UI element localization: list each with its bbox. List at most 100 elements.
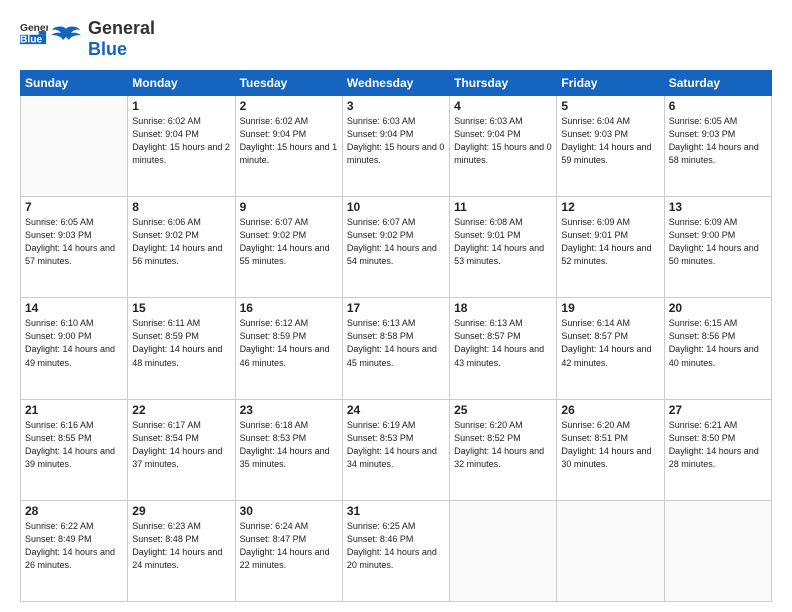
calendar-cell: 20 Sunrise: 6:15 AMSunset: 8:56 PMDayligh… [664,298,771,399]
calendar-cell: 21Sunrise: 6:16 AMSunset: 8:55 PMDayligh… [21,399,128,500]
logo-bird-icon [48,23,84,55]
day-info: Sunrise: 6:14 AMSunset: 8:57 PMDaylight:… [561,317,659,369]
day-header-thursday: Thursday [450,71,557,96]
calendar-cell: 18 Sunrise: 6:13 AMSunset: 8:57 PMDayligh… [450,298,557,399]
day-info: Sunrise: 6:04 AMSunset: 9:03 PMDaylight:… [561,115,659,167]
day-info: Sunrise: 6:08 AMSunset: 9:01 PMDaylight:… [454,216,552,268]
logo-blue-text: Blue [88,39,127,59]
day-number: 17 [347,301,445,315]
calendar-cell: 26 Sunrise: 6:20 AMSunset: 8:51 PMDayligh… [557,399,664,500]
calendar-table: SundayMondayTuesdayWednesdayThursdayFrid… [20,70,772,602]
day-number: 25 [454,403,552,417]
day-number: 10 [347,200,445,214]
day-header-tuesday: Tuesday [235,71,342,96]
day-info: Sunrise: 6:16 AMSunset: 8:55 PMDaylight:… [25,419,123,471]
day-info: Sunrise: 6:05 AMSunset: 9:03 PMDaylight:… [669,115,767,167]
day-number: 19 [561,301,659,315]
calendar-cell: 1Sunrise: 6:02 AMSunset: 9:04 PMDaylight… [128,96,235,197]
day-number: 14 [25,301,123,315]
calendar-cell: 19 Sunrise: 6:14 AMSunset: 8:57 PMDayligh… [557,298,664,399]
day-number: 16 [240,301,338,315]
day-info: Sunrise: 6:11 AMSunset: 8:59 PMDaylight:… [132,317,230,369]
day-header-friday: Friday [557,71,664,96]
day-info: Sunrise: 6:22 AMSunset: 8:49 PMDaylight:… [25,520,123,572]
day-info: Sunrise: 6:02 AMSunset: 9:04 PMDaylight:… [240,115,338,167]
day-info: Sunrise: 6:20 AMSunset: 8:51 PMDaylight:… [561,419,659,471]
calendar-cell [557,500,664,601]
day-number: 15 [132,301,230,315]
day-header-wednesday: Wednesday [342,71,449,96]
header: General Blue General Blue [20,18,772,60]
calendar-week-5: 28 Sunrise: 6:22 AMSunset: 8:49 PMDayligh… [21,500,772,601]
calendar-cell: 14 Sunrise: 6:10 AMSunset: 9:00 PMDayligh… [21,298,128,399]
day-number: 3 [347,99,445,113]
calendar-cell: 22 Sunrise: 6:17 AMSunset: 8:54 PMDayligh… [128,399,235,500]
calendar-cell: 9 Sunrise: 6:07 AMSunset: 9:02 PMDaylight… [235,197,342,298]
day-info: Sunrise: 6:13 AMSunset: 8:58 PMDaylight:… [347,317,445,369]
day-number: 13 [669,200,767,214]
page: General Blue General Blue SundayMondayTu… [0,0,792,612]
calendar-cell: 29Sunrise: 6:23 AMSunset: 8:48 PMDayligh… [128,500,235,601]
day-number: 4 [454,99,552,113]
calendar-week-3: 14 Sunrise: 6:10 AMSunset: 9:00 PMDayligh… [21,298,772,399]
calendar-cell: 15 Sunrise: 6:11 AMSunset: 8:59 PMDayligh… [128,298,235,399]
calendar-cell: 31Sunrise: 6:25 AMSunset: 8:46 PMDayligh… [342,500,449,601]
day-info: Sunrise: 6:17 AMSunset: 8:54 PMDaylight:… [132,419,230,471]
day-number: 26 [561,403,659,417]
logo-text-block: General Blue [48,18,155,60]
calendar-cell: 3 Sunrise: 6:03 AMSunset: 9:04 PMDaylight… [342,96,449,197]
day-info: Sunrise: 6:03 AMSunset: 9:04 PMDaylight:… [454,115,552,167]
calendar-cell: 2 Sunrise: 6:02 AMSunset: 9:04 PMDaylight… [235,96,342,197]
day-number: 31 [347,504,445,518]
day-info: Sunrise: 6:10 AMSunset: 9:00 PMDaylight:… [25,317,123,369]
day-number: 5 [561,99,659,113]
day-info: Sunrise: 6:09 AMSunset: 9:01 PMDaylight:… [561,216,659,268]
calendar-cell: 24Sunrise: 6:19 AMSunset: 8:53 PMDayligh… [342,399,449,500]
day-header-monday: Monday [128,71,235,96]
day-info: Sunrise: 6:03 AMSunset: 9:04 PMDaylight:… [347,115,445,167]
calendar-cell: 7 Sunrise: 6:05 AMSunset: 9:03 PMDaylight… [21,197,128,298]
day-info: Sunrise: 6:05 AMSunset: 9:03 PMDaylight:… [25,216,123,268]
logo: General Blue [20,18,48,46]
day-number: 2 [240,99,338,113]
day-info: Sunrise: 6:09 AMSunset: 9:00 PMDaylight:… [669,216,767,268]
day-info: Sunrise: 6:07 AMSunset: 9:02 PMDaylight:… [240,216,338,268]
calendar-cell: 25Sunrise: 6:20 AMSunset: 8:52 PMDayligh… [450,399,557,500]
calendar-cell: 16Sunrise: 6:12 AMSunset: 8:59 PMDayligh… [235,298,342,399]
day-header-saturday: Saturday [664,71,771,96]
calendar-cell: 11 Sunrise: 6:08 AMSunset: 9:01 PMDayligh… [450,197,557,298]
day-number: 11 [454,200,552,214]
calendar-cell: 4 Sunrise: 6:03 AMSunset: 9:04 PMDaylight… [450,96,557,197]
day-number: 8 [132,200,230,214]
day-number: 9 [240,200,338,214]
day-number: 28 [25,504,123,518]
day-info: Sunrise: 6:19 AMSunset: 8:53 PMDaylight:… [347,419,445,471]
calendar-cell: 8Sunrise: 6:06 AMSunset: 9:02 PMDaylight… [128,197,235,298]
day-number: 22 [132,403,230,417]
day-info: Sunrise: 6:24 AMSunset: 8:47 PMDaylight:… [240,520,338,572]
day-number: 20 [669,301,767,315]
day-number: 6 [669,99,767,113]
calendar-cell: 27Sunrise: 6:21 AMSunset: 8:50 PMDayligh… [664,399,771,500]
calendar-header-row: SundayMondayTuesdayWednesdayThursdayFrid… [21,71,772,96]
day-info: Sunrise: 6:13 AMSunset: 8:57 PMDaylight:… [454,317,552,369]
day-info: Sunrise: 6:07 AMSunset: 9:02 PMDaylight:… [347,216,445,268]
calendar-cell: 30 Sunrise: 6:24 AMSunset: 8:47 PMDayligh… [235,500,342,601]
calendar-cell: 23Sunrise: 6:18 AMSunset: 8:53 PMDayligh… [235,399,342,500]
calendar-cell [664,500,771,601]
calendar-cell: 10 Sunrise: 6:07 AMSunset: 9:02 PMDayligh… [342,197,449,298]
day-info: Sunrise: 6:21 AMSunset: 8:50 PMDaylight:… [669,419,767,471]
day-info: Sunrise: 6:15 AMSunset: 8:56 PMDaylight:… [669,317,767,369]
calendar-cell [21,96,128,197]
day-number: 7 [25,200,123,214]
calendar-cell: 17 Sunrise: 6:13 AMSunset: 8:58 PMDayligh… [342,298,449,399]
day-info: Sunrise: 6:23 AMSunset: 8:48 PMDaylight:… [132,520,230,572]
svg-text:Blue: Blue [20,34,43,45]
day-number: 18 [454,301,552,315]
calendar-week-1: 1Sunrise: 6:02 AMSunset: 9:04 PMDaylight… [21,96,772,197]
day-info: Sunrise: 6:02 AMSunset: 9:04 PMDaylight:… [132,115,230,167]
day-number: 30 [240,504,338,518]
calendar-week-4: 21Sunrise: 6:16 AMSunset: 8:55 PMDayligh… [21,399,772,500]
calendar-cell: 6 Sunrise: 6:05 AMSunset: 9:03 PMDaylight… [664,96,771,197]
calendar-cell: 13 Sunrise: 6:09 AMSunset: 9:00 PMDayligh… [664,197,771,298]
